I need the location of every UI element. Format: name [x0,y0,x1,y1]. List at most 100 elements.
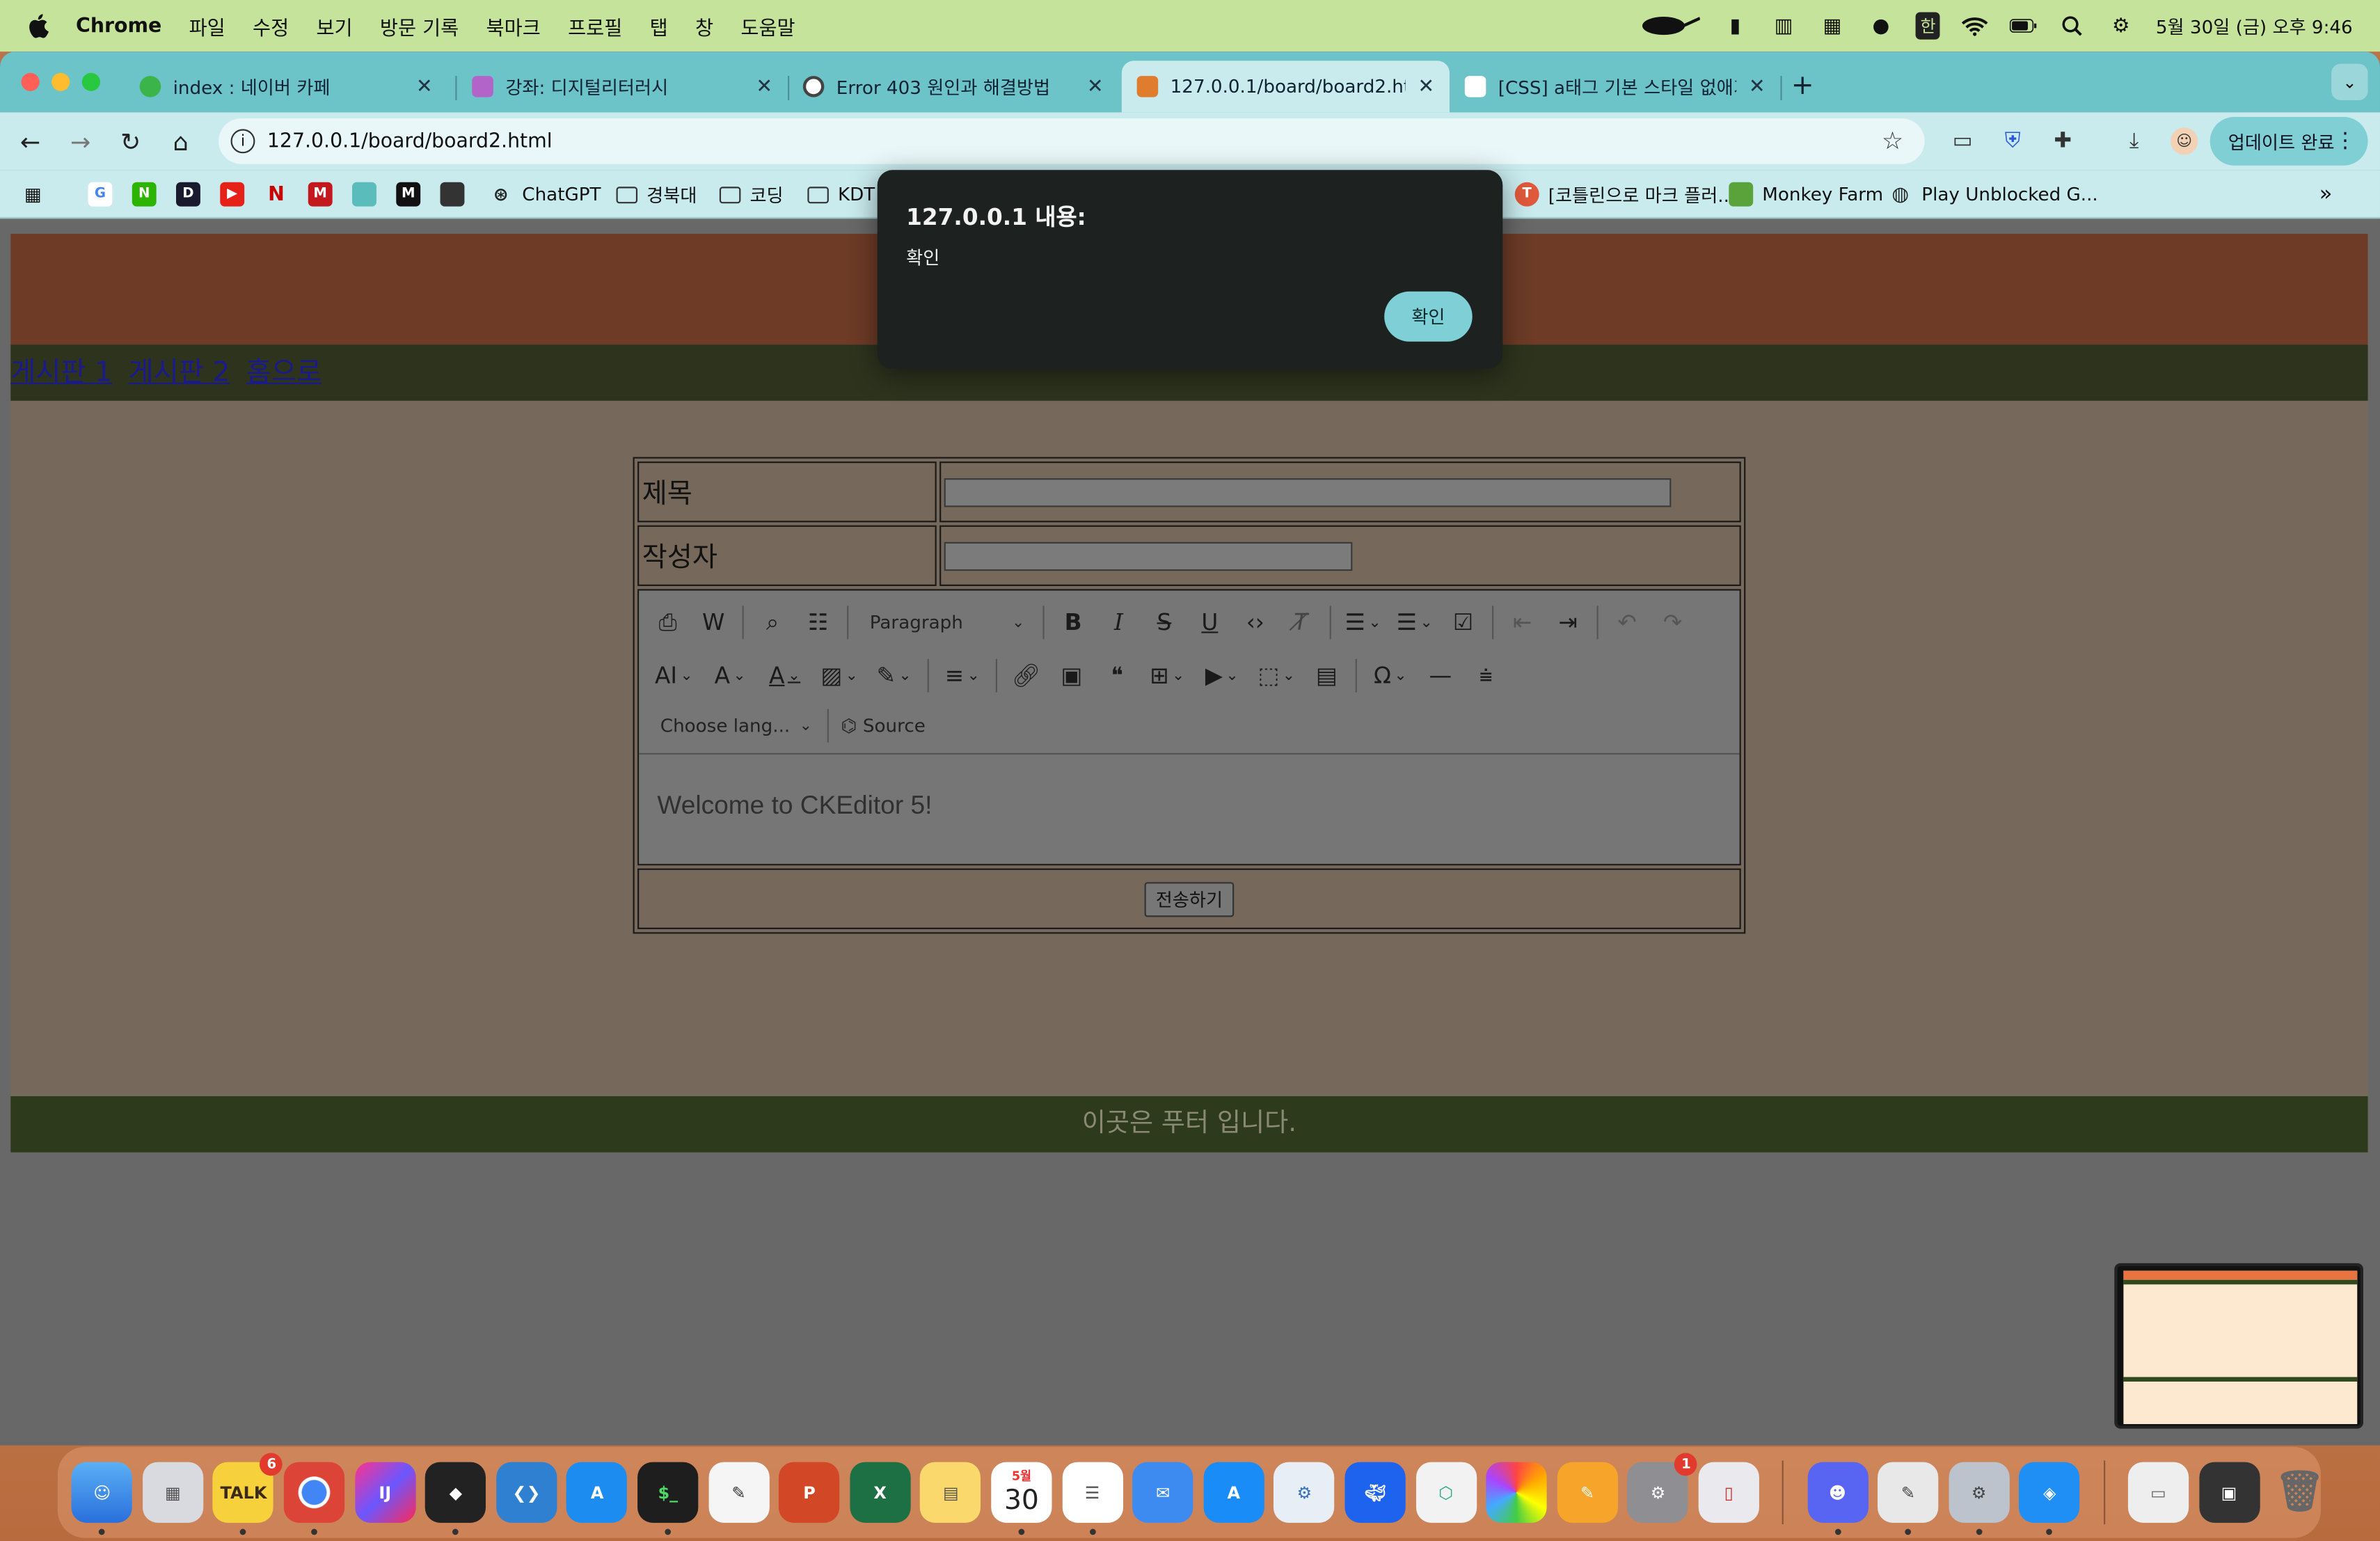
tab-board2-active[interactable]: 127.0.0.1/board/board2.html ✕ [1121,61,1450,113]
select-all-icon[interactable]: ☷ [795,603,841,642]
menubar-clock[interactable]: 5월 30일 (금) 오후 9:46 [2156,13,2353,39]
bookmark-kotlin[interactable]: T [코틀린으로 마크 플러... [1514,181,1735,208]
bookmark-folder-knu[interactable]: 경북대 [616,181,697,208]
blockquote-icon[interactable]: ❝ [1095,656,1140,695]
chrome-icon[interactable] [284,1462,345,1535]
font-size-icon[interactable]: A [703,656,758,695]
notes-icon[interactable]: ▤ [920,1462,981,1523]
menu-help[interactable]: 도움말 [740,11,795,40]
nav-link-board1[interactable]: 게시판 1 [10,357,112,389]
sketchup-icon[interactable]: ⬡ [1415,1462,1477,1523]
italic-icon[interactable]: I [1096,603,1141,642]
extensions-puzzle-icon[interactable]: ✚ [2049,127,2077,155]
terminal-icon[interactable]: $_ [637,1462,699,1535]
special-characters-icon[interactable]: Ω [1363,656,1418,695]
preferences-gear-icon[interactable]: ⚙ [1948,1462,2010,1535]
bookmark-monkey-farm[interactable]: Monkey Farm [1729,181,1883,208]
new-tab-plus-icon[interactable]: + [1791,70,1814,102]
nav-link-home[interactable]: 홈으로 [246,357,322,389]
page-break-icon[interactable]: ⩧ [1463,656,1509,695]
numbered-list-icon[interactable]: ☰ [1389,603,1441,642]
disk-utility-icon[interactable]: ⚙ [1274,1462,1335,1523]
trash-icon[interactable]: 🗑︎ [2269,1462,2330,1523]
menu-history[interactable]: 방문 기록 [380,11,459,40]
pages-icon[interactable]: ✎ [1557,1462,1618,1523]
downloads-stack-icon[interactable]: ▭ [2127,1462,2189,1523]
menu-profile[interactable]: 프로필 [568,11,622,40]
indent-icon[interactable]: ⇥ [1545,603,1590,642]
apps-grid-icon[interactable]: ▦ [24,181,42,208]
script-editor-icon[interactable]: ✎ [1878,1462,1939,1535]
bookmark-star-icon[interactable]: ☆ [1882,126,1903,155]
profile-avatar-icon[interactable]: ☺ [2171,127,2198,155]
forward-arrow-icon[interactable]: → [65,126,96,157]
safari-icon[interactable]: ◈ [2019,1462,2080,1535]
code-language-dropdown[interactable]: Choose lang... ⌄ [645,706,821,745]
remove-format-icon[interactable]: T̸ [1278,603,1324,642]
tab-search-chevron-icon[interactable]: ⌄ [2331,63,2368,100]
docker-icon[interactable]: 🐳︎ [1344,1462,1406,1523]
minimize-window-button[interactable] [51,72,70,91]
insert-media-icon[interactable]: ▶ [1195,656,1250,695]
mouse-icon[interactable] [1633,15,1701,37]
tab-close-icon[interactable]: ✕ [416,75,433,98]
tab-naver-cafe[interactable]: index : 네이버 카페 ✕ [125,61,448,112]
tab-close-icon[interactable]: ✕ [756,75,772,98]
bookmark-m-red[interactable]: M [308,181,342,208]
insert-image-icon[interactable]: ▣ [1049,656,1094,695]
menu-file[interactable]: 파일 [189,11,225,40]
battery-status-icon[interactable]: ▮ [1722,15,1749,38]
unity-icon[interactable]: ◆ [425,1462,486,1535]
editor-content-area[interactable]: Welcome to CKEditor 5! [639,754,1740,864]
source-editing-button[interactable]: ⌬ Source [835,706,951,745]
insert-template-icon[interactable]: ⬚ [1249,656,1304,695]
xcode-instruments-icon[interactable]: A [566,1462,628,1523]
spotlight-search-icon[interactable] [2058,15,2086,37]
close-window-button[interactable] [21,72,40,91]
find-replace-icon[interactable]: ⌕ [749,603,795,642]
underline-icon[interactable]: U [1187,603,1232,642]
bookmark-folder-coding[interactable]: 코딩 [719,181,784,208]
bold-icon[interactable]: B [1050,603,1095,642]
bookmark-chatgpt[interactable]: ⊛ ChatGPT [489,181,601,208]
bookmark-netflix[interactable]: N [264,181,298,208]
bars-icon[interactable]: ▥ [1770,15,1798,38]
tab-digital-literacy[interactable]: 강좌: 디지털리터러시 ✕ [457,61,788,112]
bookmark-naver[interactable]: N [132,181,166,208]
bookmark-medium[interactable]: M [396,181,429,208]
submit-button[interactable]: 전송하기 [1145,881,1234,917]
home-icon[interactable]: ⌂ [166,126,196,157]
app-store-icon[interactable]: A [1203,1462,1264,1523]
menu-view[interactable]: 보기 [316,11,352,40]
freeform-icon[interactable]: ✎ [708,1462,770,1523]
apple-icon[interactable] [27,14,49,38]
discord-icon[interactable]: ☻ [1807,1462,1868,1535]
grid-app-icon[interactable]: ▦ [1818,15,1846,38]
tab-close-icon[interactable]: ✕ [1749,75,1766,98]
bookmark-folder-kdt[interactable]: KDT [807,181,875,208]
kebab-menu-icon[interactable]: ⋮ [2335,129,2356,153]
bookmark-d[interactable]: D [176,181,209,208]
code-icon[interactable]: ‹› [1232,603,1278,642]
zoom-window-button[interactable] [81,72,100,91]
menu-app-name[interactable]: Chrome [76,15,161,38]
strikethrough-icon[interactable]: S [1141,603,1187,642]
battery-icon[interactable] [2010,15,2037,37]
nav-link-board2[interactable]: 게시판 2 [129,357,230,389]
intellij-icon[interactable]: IJ [354,1462,415,1523]
bulleted-list-icon[interactable]: ☰ [1338,603,1389,642]
todo-list-icon[interactable]: ☑ [1441,603,1486,642]
address-bar-url[interactable]: 127.0.0.1/board/board2.html [267,129,553,152]
redo-icon[interactable]: ↷ [1650,603,1695,642]
launchpad-icon[interactable]: ▦ [142,1462,204,1523]
finder-icon[interactable]: ☺ [72,1462,133,1535]
undo-icon[interactable]: ↶ [1604,603,1649,642]
bookmark-play-unblocked[interactable]: ◍ Play Unblocked G... [1888,181,2097,208]
html-embed-icon[interactable]: ▤ [1304,656,1349,695]
system-settings-icon[interactable]: ⚙ 1 [1627,1453,1698,1523]
calendar-icon[interactable]: 5월 30 [991,1462,1052,1535]
screenshot-thumbnail-preview[interactable] [2114,1263,2364,1429]
menu-bookmarks[interactable]: 북마크 [486,11,541,40]
reload-icon[interactable]: ↻ [116,126,146,157]
cast-icon[interactable]: ▭ [1949,127,1976,155]
